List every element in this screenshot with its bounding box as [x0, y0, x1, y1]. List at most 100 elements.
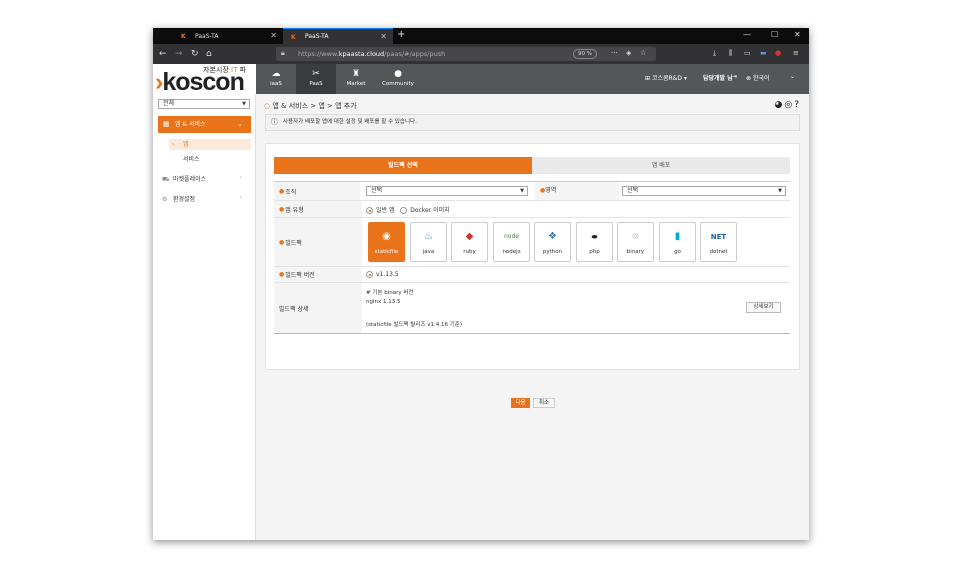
app-form: ● 조직 선택 ▼ ●영역 선택 ▼ ● 앱 유형 일반 앱 Docker 이미…	[274, 181, 790, 334]
more-icon[interactable]: ···	[611, 49, 618, 57]
favicon-icon: K	[181, 33, 186, 40]
radio-buildpack-version[interactable]: v1.13.5	[366, 271, 399, 278]
logo[interactable]: 자본시장 IT 파 ›koscon	[153, 64, 256, 94]
tools-icon: ✂	[312, 69, 320, 79]
buildpack-python[interactable]: ❖ python	[534, 222, 571, 262]
cloud-icon: ☁	[271, 69, 281, 79]
maximize-icon[interactable]: ☐	[771, 30, 778, 39]
breadcrumb: ○ 앱 & 서비스 > 앱 > 앱 추가	[264, 102, 357, 110]
detail-line-3: (staticfile 빌드팩 릴리즈 v1.4.16 기준)	[366, 322, 462, 328]
info-box: ⓘ 사용자가 배포할 앱에 대한 설정 및 배포를 할 수 있습니다.	[265, 114, 800, 131]
cancel-button[interactable]: 취소	[533, 398, 555, 408]
close-window-icon[interactable]: ✕	[794, 30, 801, 39]
browser-tab-active[interactable]: K PaaS-TA ✕	[283, 28, 393, 44]
org-select[interactable]: 선택 ▼	[366, 186, 528, 196]
space-select[interactable]: 선택 ▼	[622, 186, 786, 196]
close-tab-icon[interactable]: ✕	[380, 32, 387, 41]
site-header: 자본시장 IT 파 ›koscon ☁ iaaS ✂ PaaS ♜ Market…	[153, 64, 809, 94]
step-indicator: 빌드팩 선택 앱 배포	[274, 157, 790, 174]
dropdown-arrow-icon: ▼	[778, 188, 782, 194]
chevron-left-icon: ‹	[239, 194, 242, 201]
row-buildpack-detail: 빌드팩 상세 # 기본 binary 버전 nginx 1.13.5 (stat…	[274, 283, 790, 334]
detail-view-button[interactable]: 상세보기	[746, 302, 781, 313]
step-buildpack-select: 빌드팩 선택	[274, 157, 540, 174]
help-icon[interactable]: ?	[794, 100, 801, 110]
market-icon: ♜	[351, 69, 361, 79]
addon-icon[interactable]: ●	[775, 49, 781, 57]
settings-icon: ⚙	[162, 196, 168, 203]
staticfile-icon: ◉	[382, 231, 391, 242]
nav-paas[interactable]: ✂ PaaS	[296, 64, 336, 94]
buildpack-go[interactable]: ▮ go	[659, 222, 696, 262]
menu-icon[interactable]: ≡	[793, 49, 799, 57]
minimize-icon[interactable]: —	[743, 30, 751, 39]
nav-market[interactable]: ♜ Market	[336, 64, 376, 94]
community-icon: ●	[394, 69, 402, 79]
close-tab-icon[interactable]: ✕	[270, 31, 277, 40]
radio-general-app[interactable]: 일반 앱	[366, 207, 394, 214]
buildpack-ruby[interactable]: ◆ ruby	[451, 222, 488, 262]
row-buildpack: ● 빌드팩 ◉ staticfile ♨ java ◆ ruby node nodejs …	[274, 218, 790, 267]
user-name[interactable]: 담당개발 님	[703, 73, 733, 82]
binary-icon: ♲	[631, 232, 640, 241]
browser-window: K PaaS-TA ✕ K PaaS-TA ✕ + — ☐ ✕ ← → ↻ ⌂ …	[153, 28, 809, 540]
bookmark-star-icon[interactable]: ☆	[640, 49, 646, 57]
forward-icon[interactable]: →	[175, 48, 183, 60]
buildpack-dotnet[interactable]: NET dotnet	[700, 222, 737, 262]
home-icon[interactable]: ⌂	[206, 48, 212, 60]
chevron-down-icon: ⌄	[237, 120, 243, 128]
ruby-icon: ◆	[465, 231, 474, 242]
grid-icon: ▦	[163, 120, 170, 128]
row-app-type: ● 앱 유형 일반 앱 Docker 이미지	[274, 201, 790, 218]
refresh-icon[interactable]: ◎	[784, 100, 794, 110]
detail-line-2: nginx 1.13.5	[366, 299, 401, 305]
reload-icon[interactable]: ↻	[191, 48, 199, 60]
python-icon: ❖	[548, 231, 557, 242]
url-bar[interactable]: 🔒︎ https://www.kpaasta.cloud/paas/#/apps…	[276, 47, 656, 61]
favicon-icon: K	[291, 34, 296, 41]
pocket-icon[interactable]: ◈	[626, 49, 631, 57]
dotnet-icon: NET	[710, 233, 727, 241]
chevron-down-icon[interactable]: ⌄	[790, 73, 795, 80]
app-add-card: 빌드팩 선택 앱 배포 ● 조직 선택 ▼ ●영역 선택 ▼ ● 앱 유형 일반…	[265, 143, 800, 408]
dashboard-icon[interactable]: ◕	[775, 100, 785, 110]
nav-community[interactable]: ● Community	[376, 64, 420, 94]
page-tool-icons: ◕◎?	[775, 100, 802, 110]
tab-title: PaaS-TA	[305, 33, 329, 40]
tab-strip: K PaaS-TA ✕ K PaaS-TA ✕ + — ☐ ✕	[153, 28, 809, 44]
java-icon: ♨	[424, 231, 433, 242]
sidebar-item-settings[interactable]: ⚙ 환경설정 ‹	[162, 194, 252, 203]
zoom-level[interactable]: 90 %	[573, 49, 597, 59]
download-icon[interactable]: ⤓	[713, 49, 716, 58]
extension-icon[interactable]: ▬	[760, 49, 767, 57]
radio-docker-image[interactable]: Docker 이미지	[400, 207, 450, 214]
url-text: https://www.kpaasta.cloud/paas/#/apps/pu…	[298, 50, 446, 58]
chevron-left-icon: ‹	[239, 174, 242, 181]
org-selector[interactable]: ⊞ 코스콤R&D ▾	[645, 73, 687, 82]
sidebar-item-marketplace[interactable]: ⛟ 마켓플레이스 ‹	[162, 174, 252, 184]
buildpack-binary[interactable]: ♲ binary	[617, 222, 654, 262]
buildpack-php[interactable]: ⬬ php	[576, 222, 613, 262]
logout-icon[interactable]: ⇥	[732, 73, 737, 80]
sidebar-filter-select[interactable]: 전체 ▼	[158, 99, 250, 109]
nav-iaas[interactable]: ☁ iaaS	[256, 64, 296, 94]
sidebar-item-apps-services[interactable]: ▦ 앱 & 서비스 ⌄	[158, 116, 251, 133]
buildpack-staticfile[interactable]: ◉ staticfile	[368, 222, 405, 262]
nav-bar: ← → ↻ ⌂ 🔒︎ https://www.kpaasta.cloud/paa…	[153, 44, 809, 64]
back-icon[interactable]: ←	[159, 48, 167, 60]
row-org-space: ● 조직 선택 ▼ ●영역 선택 ▼	[274, 182, 790, 201]
dropdown-arrow-icon: ▼	[242, 101, 246, 107]
buildpack-nodejs[interactable]: node nodejs	[493, 222, 530, 262]
browser-tab[interactable]: K PaaS-TA ✕	[173, 28, 283, 44]
library-icon[interactable]: ⫼	[729, 49, 732, 58]
new-tab-icon[interactable]: +	[397, 29, 405, 40]
sidebar-toggle-icon[interactable]: ▭	[744, 49, 751, 57]
language-selector[interactable]: ⊗ 한국어	[746, 73, 770, 82]
sidebar-item-app[interactable]: › 앱	[169, 139, 251, 150]
sidebar-item-service[interactable]: 서비스	[183, 154, 200, 163]
info-icon: ⓘ	[271, 118, 278, 126]
buildpack-java[interactable]: ♨ java	[410, 222, 447, 262]
next-button[interactable]: 다음	[511, 398, 530, 408]
step-app-deploy: 앱 배포	[532, 157, 790, 174]
cart-icon: ⛟	[162, 176, 170, 183]
